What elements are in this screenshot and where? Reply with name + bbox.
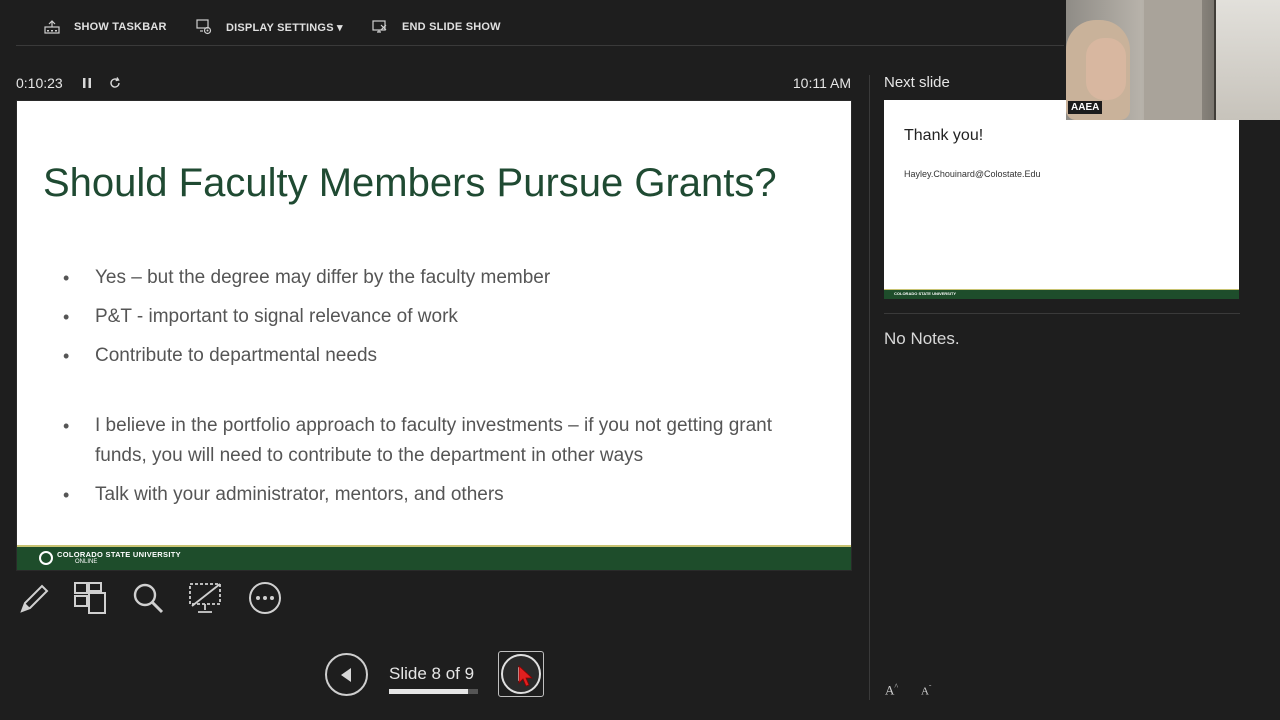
next-slide-email: Hayley.Chouinard@Colostate.Edu	[904, 169, 1041, 179]
see-all-slides-button[interactable]	[72, 580, 108, 616]
slide-title: Should Faculty Members Pursue Grants?	[43, 161, 777, 205]
csu-logo-text: COLORADO STATE UNIVERSITY	[57, 550, 181, 559]
pause-icon[interactable]	[80, 76, 94, 90]
next-slide-title: Thank you!	[904, 127, 984, 144]
slide-bullet: P&T - important to signal relevance of w…	[57, 302, 817, 332]
current-slide[interactable]: Should Faculty Members Pursue Grants? Ye…	[16, 100, 852, 571]
pen-icon	[20, 584, 49, 613]
current-time: 10:11 AM	[792, 75, 851, 91]
csu-logo-subtext: ONLINE	[75, 559, 98, 565]
decrease-font-button[interactable]: Aˇ	[921, 684, 931, 698]
restart-icon[interactable]	[108, 76, 122, 90]
speaker-notes: No Notes.	[884, 329, 960, 348]
black-screen-button[interactable]	[188, 580, 224, 616]
notes-divider	[884, 313, 1240, 314]
presenter-toolbar: SHOW TASKBAR DISPLAY SETTINGS ▾ END SLID…	[0, 0, 1066, 46]
zoom-button[interactable]	[130, 580, 166, 616]
display-settings-icon	[196, 19, 212, 35]
taskbar-icon	[44, 20, 60, 34]
next-slide-logo-text: COLORADO STATE UNIVERSITY	[894, 291, 957, 296]
webcam-person-face	[1086, 38, 1126, 100]
more-options-icon	[249, 582, 281, 614]
end-slide-show-label: END SLIDE SHOW	[402, 21, 501, 33]
csu-ram-icon	[39, 551, 53, 565]
increase-font-label: A	[885, 682, 895, 698]
slide-bullet: Talk with your administrator, mentors, a…	[57, 480, 817, 510]
next-slide-footer: COLORADO STATE UNIVERSITY	[884, 289, 1239, 299]
panel-divider	[869, 75, 870, 700]
display-settings-button[interactable]: DISPLAY SETTINGS ▾	[196, 17, 343, 37]
increase-font-button[interactable]: A^	[885, 682, 898, 698]
show-taskbar-label: SHOW TASKBAR	[74, 21, 167, 33]
slide-bullet: Yes – but the degree may differ by the f…	[57, 263, 817, 293]
toolbar-divider	[16, 45, 1064, 46]
pen-tool-button[interactable]	[16, 580, 52, 616]
csu-logo: COLORADO STATE UNIVERSITY ONLINE	[39, 550, 181, 565]
webcam-window	[1216, 0, 1280, 120]
next-slide-preview[interactable]: Thank you! Hayley.Chouinard@Colostate.Ed…	[884, 100, 1239, 299]
webcam-video: AAEA	[1066, 0, 1280, 120]
elapsed-timer: 0:10:23	[16, 75, 63, 91]
end-slide-show-button[interactable]: END SLIDE SHOW	[372, 17, 501, 37]
slides-grid-icon	[74, 582, 106, 614]
slide-bullet: I believe in the portfolio approach to f…	[57, 411, 817, 471]
slide-bullet-list: Yes – but the degree may differ by the f…	[57, 263, 817, 519]
display-settings-label: DISPLAY SETTINGS ▾	[226, 21, 343, 34]
slide-progress-fill	[389, 689, 469, 694]
more-options-button[interactable]	[247, 580, 283, 616]
webcam-participant-name: AAEA	[1068, 101, 1103, 114]
slide-progress-bar	[389, 689, 478, 694]
webcam-background	[1144, 0, 1202, 120]
slide-footer: COLORADO STATE UNIVERSITY ONLINE	[17, 545, 851, 570]
end-show-icon	[372, 20, 387, 33]
black-screen-icon	[189, 583, 221, 613]
next-slide-label: Next slide	[884, 74, 950, 91]
magnifier-icon	[133, 583, 164, 614]
mouse-cursor-icon	[518, 665, 534, 687]
decrease-font-label: A	[921, 685, 929, 698]
slide-counter[interactable]: Slide 8 of 9	[389, 664, 474, 684]
slide-bullet: Contribute to departmental needs	[57, 341, 817, 371]
show-taskbar-button[interactable]: SHOW TASKBAR	[44, 17, 167, 37]
previous-slide-button[interactable]	[325, 653, 368, 696]
